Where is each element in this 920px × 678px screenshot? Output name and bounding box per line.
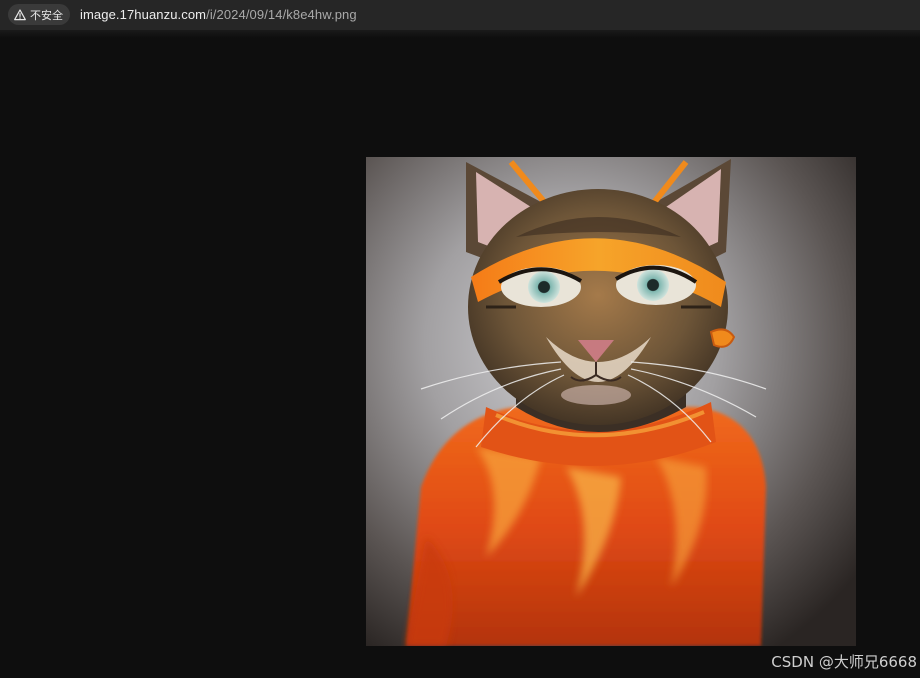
cat-illustration [366,157,856,646]
security-indicator[interactable]: 不安全 [8,4,70,25]
address-bar[interactable]: image.17huanzu.com/i/2024/09/14/k8e4hw.p… [80,7,357,22]
displayed-image[interactable] [366,157,856,646]
warning-icon [14,8,26,20]
security-label: 不安全 [30,8,63,22]
url-path: /i/2024/09/14/k8e4hw.png [206,7,357,22]
url-host: image.17huanzu.com [80,7,207,22]
toolbar-shadow [0,30,920,38]
browser-toolbar: 不安全 image.17huanzu.com/i/2024/09/14/k8e4… [0,0,920,30]
watermark: CSDN @大师兄6668 [771,653,917,671]
